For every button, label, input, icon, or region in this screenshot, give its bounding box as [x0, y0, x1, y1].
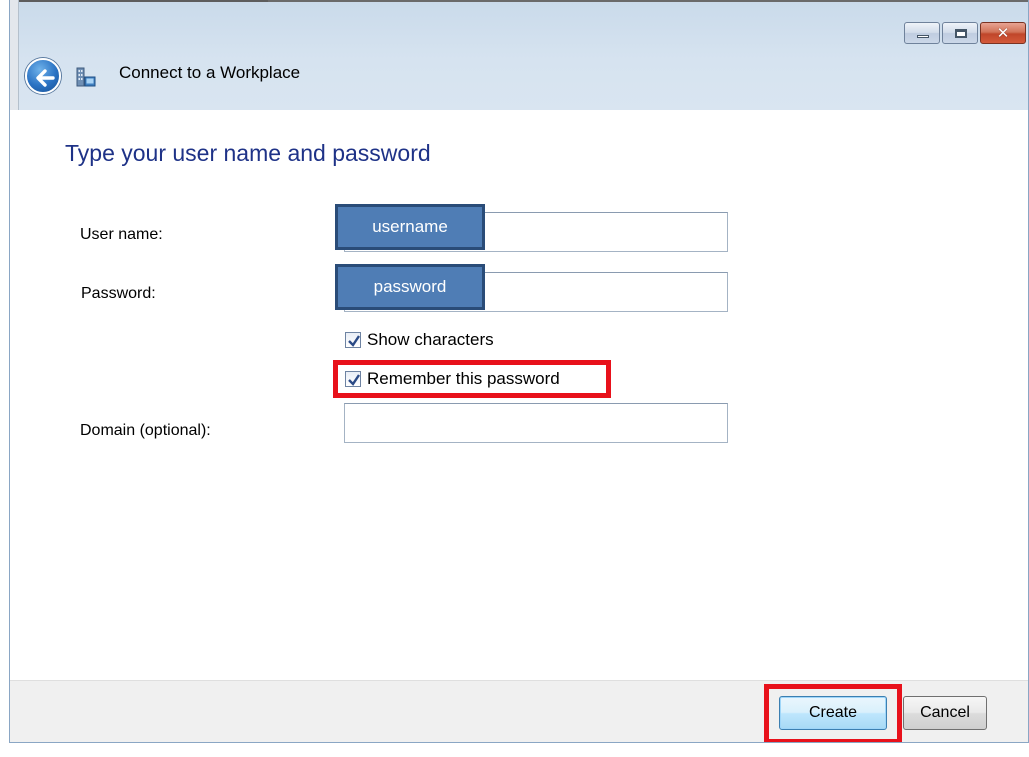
back-arrow-icon [36, 69, 55, 87]
window-title: Connect to a Workplace [119, 63, 301, 82]
dialog-content: Type your user name and password User na… [10, 110, 1028, 680]
dialog-footer: Create Cancel [10, 680, 1028, 742]
username-placeholder-overlay: username [335, 204, 485, 250]
password-label: Password: [81, 285, 156, 302]
create-button-highlight [764, 684, 902, 742]
show-characters-label: Show characters [367, 330, 494, 349]
remember-password-highlight [333, 360, 611, 398]
username-label: User name: [80, 226, 163, 243]
minimize-button[interactable] [904, 22, 940, 44]
minimize-icon [917, 35, 929, 38]
window-top-edge-right [268, 0, 1028, 2]
maximize-button[interactable] [942, 22, 978, 44]
close-icon: ✕ [996, 24, 1010, 42]
connect-dialog-window: ✕ Connect to a Workplace Type your user … [9, 0, 1029, 743]
close-button[interactable]: ✕ [980, 22, 1026, 44]
domain-label: Domain (optional): [80, 422, 211, 439]
show-characters-checkbox[interactable] [345, 332, 361, 348]
show-characters-option[interactable]: Show characters [345, 330, 494, 350]
checkmark-icon [348, 335, 360, 347]
workplace-network-icon [76, 67, 96, 87]
back-button[interactable] [25, 58, 61, 94]
cancel-button[interactable]: Cancel [903, 696, 987, 730]
page-heading: Type your user name and password [65, 140, 431, 166]
caption-buttons: ✕ [902, 22, 1026, 44]
domain-input[interactable] [344, 403, 728, 443]
password-placeholder-overlay: password [335, 264, 485, 310]
maximize-icon [955, 29, 967, 38]
